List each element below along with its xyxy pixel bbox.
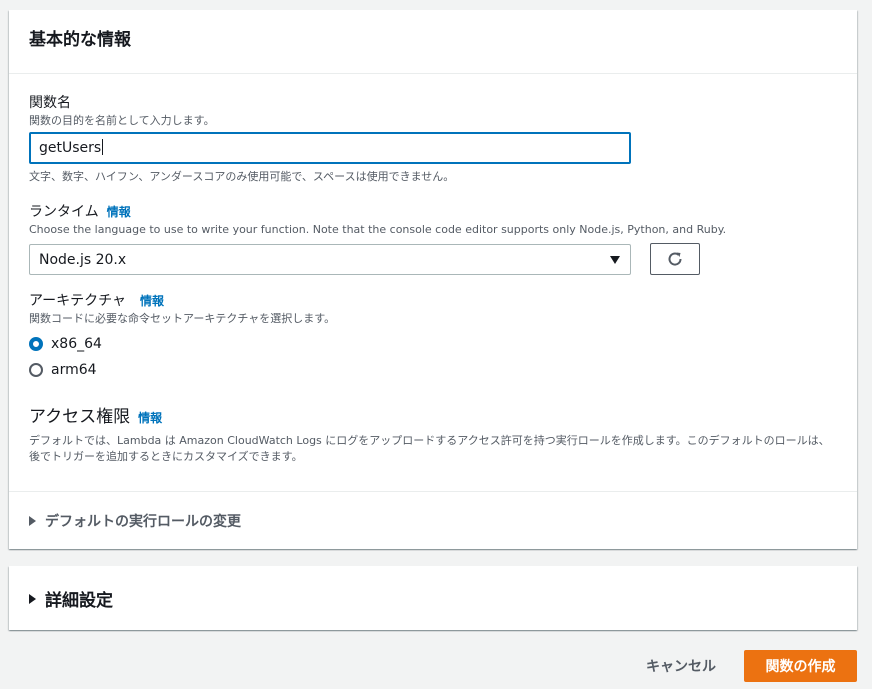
architecture-label: アーキテクチャ: [29, 293, 127, 309]
architecture-label-group: アーキテクチャ 情報 関数コードに必要な命令セットアーキテクチャを選択します。: [29, 291, 335, 327]
function-name-label-group: 関数名 関数の目的を名前として入力します。: [29, 93, 215, 129]
cancel-button[interactable]: キャンセル: [636, 650, 726, 682]
runtime-label: ランタイム: [29, 204, 99, 220]
runtime-label-group: ランタイム 情報 Choose the language to use to w…: [29, 202, 726, 238]
architecture-option-arm64[interactable]: arm64: [29, 360, 97, 380]
caret-down-icon: [610, 256, 620, 264]
architecture-description: 関数コードに必要な命令セットアーキテクチャを選択します。: [29, 312, 336, 325]
runtime-description: Choose the language to use to write your…: [29, 223, 727, 236]
basic-info-panel: 基本的な情報 関数名 関数の目的を名前として入力します。 getUsers 文字…: [9, 10, 857, 549]
caret-right-icon: [29, 516, 36, 526]
advanced-settings-panel: 詳細設定: [9, 566, 857, 630]
architecture-option-x86-64[interactable]: x86_64: [29, 334, 102, 354]
text-caret: [102, 139, 104, 155]
architecture-option-label: x86_64: [51, 336, 102, 352]
architecture-option-label: arm64: [51, 362, 97, 378]
function-name-value: getUsers: [39, 140, 102, 156]
refresh-runtime-button[interactable]: [650, 243, 700, 275]
advanced-settings-title: 詳細設定: [45, 591, 113, 611]
permissions-group: アクセス権限 情報 デフォルトでは、Lambda は Amazon CloudW…: [29, 406, 837, 465]
basic-info-title: 基本的な情報: [29, 30, 131, 50]
radio-checked-icon: [29, 337, 43, 351]
execution-role-expander[interactable]: デフォルトの実行ロールの変更: [29, 511, 241, 531]
architecture-info-link[interactable]: 情報: [140, 291, 164, 311]
basic-info-header: 基本的な情報: [9, 10, 857, 74]
advanced-settings-expander[interactable]: 詳細設定: [29, 586, 113, 611]
function-name-label: 関数名: [29, 95, 71, 111]
permissions-info-link[interactable]: 情報: [138, 407, 162, 429]
permissions-description: デフォルトでは、Lambda は Amazon CloudWatch Logs …: [29, 434, 830, 463]
execution-role-expander-label: デフォルトの実行ロールの変更: [45, 514, 241, 530]
function-name-constraint: 文字、数字、ハイフン、アンダースコアのみ使用可能で、スペースは使用できません。: [29, 170, 455, 183]
section-divider: [9, 491, 857, 492]
create-function-button[interactable]: 関数の作成: [744, 650, 857, 682]
runtime-info-link[interactable]: 情報: [107, 202, 131, 222]
radio-unchecked-icon: [29, 363, 43, 377]
permissions-label: アクセス権限: [29, 407, 131, 427]
refresh-icon: [668, 252, 682, 266]
runtime-selected-value: Node.js 20.x: [39, 252, 127, 268]
function-name-description: 関数の目的を名前として入力します。: [29, 114, 215, 127]
runtime-select[interactable]: Node.js 20.x: [29, 244, 631, 275]
function-name-input[interactable]: getUsers: [29, 132, 631, 164]
caret-right-icon: [29, 593, 36, 604]
